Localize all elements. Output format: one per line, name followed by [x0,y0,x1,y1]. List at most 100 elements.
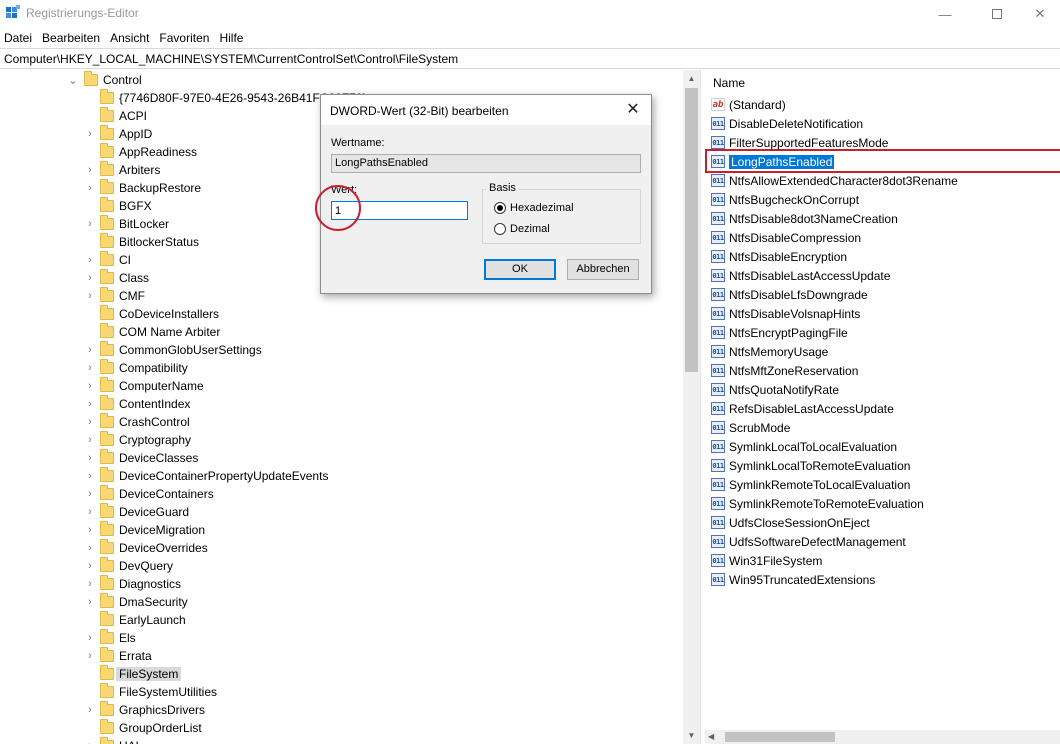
chevron-right-icon[interactable]: › [85,467,95,485]
radio-decimal[interactable]: Dezimal [494,223,550,235]
tree-node[interactable]: › DeviceClasses [0,449,680,467]
chevron-right-icon[interactable]: › [85,593,95,611]
tree-node[interactable]: › Els [0,629,680,647]
menu-ansicht[interactable]: Ansicht [106,28,155,48]
chevron-right-icon[interactable]: › [85,395,95,413]
value-row[interactable]: 011 NtfsDisableCompression [711,228,861,247]
value-row[interactable]: 011 SymlinkRemoteToRemoteEvaluation [711,494,924,513]
tree-scrollbar[interactable]: ▲ ▼ [683,70,700,744]
chevron-right-icon[interactable]: › [85,125,95,143]
chevron-right-icon[interactable]: › [85,251,95,269]
chevron-right-icon[interactable]: › [85,359,95,377]
value-row[interactable]: 011 FilterSupportedFeaturesMode [711,133,888,152]
chevron-right-icon[interactable]: › [85,575,95,593]
menu-bearbeiten[interactable]: Bearbeiten [38,28,106,48]
value-row[interactable]: 011 UdfsCloseSessionOnEject [711,513,870,532]
chevron-right-icon[interactable]: › [85,377,95,395]
scroll-left-icon[interactable]: ◀ [708,730,714,744]
chevron-right-icon[interactable]: › [85,161,95,179]
scrollbar-thumb[interactable] [685,88,698,372]
chevron-right-icon[interactable]: › [85,431,95,449]
tree-node[interactable]: › CommonGlobUserSettings [0,341,680,359]
tree-node[interactable]: › Errata [0,647,680,665]
values-list[interactable]: Name ab (Standard) 011 DisableDeleteNotific… [705,70,1060,744]
tree-node[interactable]: › HAL [0,737,680,744]
chevron-right-icon[interactable]: › [85,701,95,719]
value-row[interactable]: 011 DisableDeleteNotification [711,114,863,133]
scroll-up-icon[interactable]: ▲ [683,70,700,87]
tree-node[interactable]: › Cryptography [0,431,680,449]
tree-node[interactable]: › CrashControl [0,413,680,431]
value-row[interactable]: 011 NtfsMftZoneReservation [711,361,858,380]
chevron-right-icon[interactable]: › [85,215,95,233]
tree-node[interactable]: CoDeviceInstallers [0,305,680,323]
chevron-right-icon[interactable]: › [85,413,95,431]
chevron-right-icon[interactable]: › [85,629,95,647]
menu-favoriten[interactable]: Favoriten [155,28,215,48]
tree-node[interactable]: › DeviceOverrides [0,539,680,557]
tree-node[interactable]: › DevQuery [0,557,680,575]
horizontal-scrollbar-thumb[interactable] [725,732,835,742]
value-row[interactable]: 011 NtfsMemoryUsage [711,342,828,361]
chevron-right-icon[interactable]: › [85,737,95,744]
close-window-button[interactable]: ✕ [1020,0,1060,28]
ok-button[interactable]: OK [484,259,556,280]
tree-node[interactable]: FileSystem [0,665,680,683]
scroll-down-icon[interactable]: ▼ [683,727,700,744]
value-row[interactable]: 011 NtfsDisableEncryption [711,247,847,266]
tree-node[interactable]: › DeviceGuard [0,503,680,521]
tree-node[interactable]: FileSystemUtilities [0,683,680,701]
chevron-right-icon[interactable]: › [85,269,95,287]
cancel-button[interactable]: Abbrechen [567,259,639,280]
value-row[interactable]: 011 Win95TruncatedExtensions [711,570,875,589]
radio-checked-icon[interactable] [494,202,506,214]
menu-hilfe[interactable]: Hilfe [215,28,249,48]
tree-node-control[interactable]: ⌄ Control [0,71,680,89]
value-row[interactable]: 011 SymlinkLocalToRemoteEvaluation [711,456,910,475]
minimize-button[interactable]: — [922,0,968,28]
chevron-right-icon[interactable]: › [85,287,95,305]
chevron-right-icon[interactable]: › [85,449,95,467]
maximize-button[interactable] [974,0,1020,28]
chevron-right-icon[interactable]: › [85,503,95,521]
chevron-down-icon[interactable]: ⌄ [68,71,78,89]
value-row[interactable]: 011 NtfsAllowExtendedCharacter8dot3Rename [711,171,958,190]
value-row[interactable]: 011 ScrubMode [711,418,790,437]
tree-node[interactable]: › ContentIndex [0,395,680,413]
value-row[interactable]: 011 NtfsDisableLfsDowngrade [711,285,868,304]
value-row[interactable]: 011 NtfsQuotaNotifyRate [711,380,839,399]
tree-node[interactable]: EarlyLaunch [0,611,680,629]
value-row[interactable]: 011 SymlinkRemoteToLocalEvaluation [711,475,910,494]
radio-unchecked-icon[interactable] [494,223,506,235]
values-horizontal-scrollbar[interactable]: ◀ [705,730,1060,744]
tree-node[interactable]: › ComputerName [0,377,680,395]
value-row[interactable]: ab (Standard) [711,95,786,114]
value-row[interactable]: 011 SymlinkLocalToLocalEvaluation [711,437,897,456]
address-bar[interactable]: Computer\HKEY_LOCAL_MACHINE\SYSTEM\Curre… [0,48,1060,69]
menu-datei[interactable]: Datei [0,28,38,48]
tree-node[interactable]: › DeviceContainers [0,485,680,503]
radio-hexadecimal[interactable]: Hexadezimal [494,202,574,214]
chevron-right-icon[interactable]: › [85,539,95,557]
value-row[interactable]: 011 NtfsBugcheckOnCorrupt [711,190,859,209]
chevron-right-icon[interactable]: › [85,485,95,503]
tree-node[interactable]: › DeviceContainerPropertyUpdateEvents [0,467,680,485]
chevron-right-icon[interactable]: › [85,647,95,665]
value-row[interactable]: 011 NtfsEncryptPagingFile [711,323,848,342]
value-row[interactable]: 011 Win31FileSystem [711,551,822,570]
chevron-right-icon[interactable]: › [85,557,95,575]
chevron-right-icon[interactable]: › [85,179,95,197]
tree-node[interactable]: › DmaSecurity [0,593,680,611]
dialog-close-button[interactable]: ✕ [621,100,645,120]
chevron-right-icon[interactable]: › [85,521,95,539]
value-row[interactable]: 011 RefsDisableLastAccessUpdate [711,399,894,418]
tree-node[interactable]: › GraphicsDrivers [0,701,680,719]
chevron-right-icon[interactable]: › [85,341,95,359]
tree-node[interactable]: COM Name Arbiter [0,323,680,341]
column-header-name[interactable]: Name [713,76,745,90]
tree-node[interactable]: › Compatibility [0,359,680,377]
tree-node[interactable]: › Diagnostics [0,575,680,593]
value-row[interactable]: 011 UdfsSoftwareDefectManagement [711,532,906,551]
value-row[interactable]: 011 LongPathsEnabled [711,152,835,171]
value-row[interactable]: 011 NtfsDisable8dot3NameCreation [711,209,898,228]
